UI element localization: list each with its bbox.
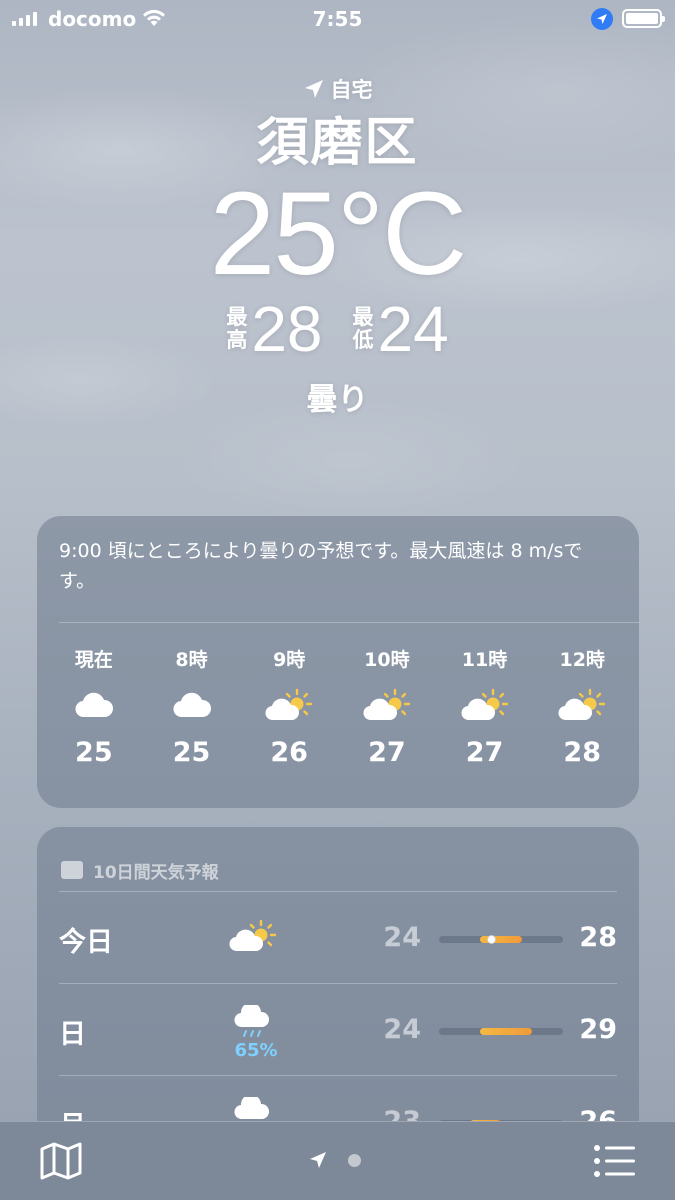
hour-item: 8時 25 — [143, 645, 241, 773]
temperature-range-fill — [480, 1028, 532, 1035]
partly-sunny-icon — [436, 677, 534, 733]
list-icon[interactable] — [594, 1144, 636, 1178]
hour-item: 10時 27 — [338, 645, 436, 773]
hourly-list[interactable]: 現在 25 8時 25 9時 26 10時 27 11時 27 12時 28 — [37, 645, 639, 773]
low-label: 最 低 — [352, 305, 374, 352]
day-name: 今日 — [59, 927, 113, 958]
hour-temperature: 27 — [368, 737, 406, 768]
hour-item: 9時 26 — [240, 645, 338, 773]
hour-label: 11時 — [461, 649, 508, 671]
hour-temperature: 28 — [563, 737, 601, 768]
bottom-toolbar — [0, 1121, 675, 1200]
location-row: 自宅 — [0, 74, 675, 104]
location-services-icon — [591, 8, 613, 30]
temperature-range-bar — [439, 935, 563, 944]
daily-forecast-card[interactable]: 10日間天気予報 今日 24 28 日 65% 24 29 — [37, 827, 639, 1157]
current-temperature-marker — [486, 935, 496, 944]
precipitation-chance: 65% — [234, 1040, 278, 1061]
current-weather-header: 自宅 須磨区 25°C 最 高 28 最 低 24 曇り — [0, 74, 675, 419]
day-name: 日 — [59, 1019, 86, 1050]
page-dot — [348, 1153, 361, 1167]
hour-label: 8時 — [175, 649, 208, 671]
battery-icon — [622, 9, 665, 28]
day-high: 28 — [579, 922, 617, 953]
forecast-summary: 9:00 頃にところにより曇りの予想です。最大風速は 8 m/sです。 — [59, 540, 583, 592]
high-label: 最 高 — [226, 305, 248, 352]
status-bar: docomo 7:55 — [0, 0, 675, 38]
hour-temperature: 26 — [270, 737, 308, 768]
low-temperature: 24 — [377, 293, 449, 365]
home-label: 自宅 — [330, 78, 373, 102]
hour-temperature: 25 — [75, 737, 113, 768]
page-indicator[interactable] — [308, 1150, 361, 1170]
high-temperature: 28 — [251, 293, 323, 365]
partly-sunny-icon — [223, 906, 283, 966]
location-arrow-icon — [304, 80, 323, 98]
cloud-icon — [143, 677, 241, 733]
day-high: 29 — [579, 1014, 617, 1045]
location-arrow-icon — [310, 1152, 326, 1168]
map-icon[interactable] — [40, 1142, 82, 1180]
high-low-row: 最 高 28 最 低 24 — [0, 296, 675, 362]
city-name: 須磨区 — [256, 113, 419, 173]
divider — [59, 622, 639, 623]
day-low: 24 — [383, 922, 421, 953]
calendar-icon — [61, 861, 83, 879]
hourly-forecast-card[interactable]: 9:00 頃にところにより曇りの予想です。最大風速は 8 m/sです。 現在 2… — [37, 516, 639, 808]
cloud-icon — [45, 677, 143, 733]
hour-label: 9時 — [273, 649, 306, 671]
hour-item: 現在 25 — [45, 645, 143, 773]
condition-label: 曇り — [306, 382, 369, 418]
hour-label: 現在 — [74, 649, 113, 671]
day-row[interactable]: 今日 24 28 — [37, 892, 639, 983]
hour-label: 10時 — [364, 649, 410, 671]
partly-sunny-icon — [338, 677, 436, 733]
hour-temperature: 25 — [172, 737, 211, 768]
current-temperature: 25°C — [209, 168, 468, 300]
clock: 7:55 — [312, 7, 363, 31]
day-low: 24 — [383, 1014, 421, 1045]
hour-item: 11時 27 — [436, 645, 534, 773]
temperature-range-bar — [439, 1028, 563, 1035]
partly-sunny-icon — [240, 677, 338, 733]
daily-forecast-header: 10日間天気予報 — [37, 827, 639, 891]
partly-sunny-icon — [533, 677, 631, 733]
hour-item: 12時 28 — [533, 645, 631, 773]
daily-forecast-title: 10日間天気予報 — [93, 862, 219, 883]
day-row[interactable]: 日 65% 24 29 — [37, 984, 639, 1075]
hour-label: 12時 — [559, 649, 605, 671]
hour-temperature: 27 — [465, 737, 504, 768]
